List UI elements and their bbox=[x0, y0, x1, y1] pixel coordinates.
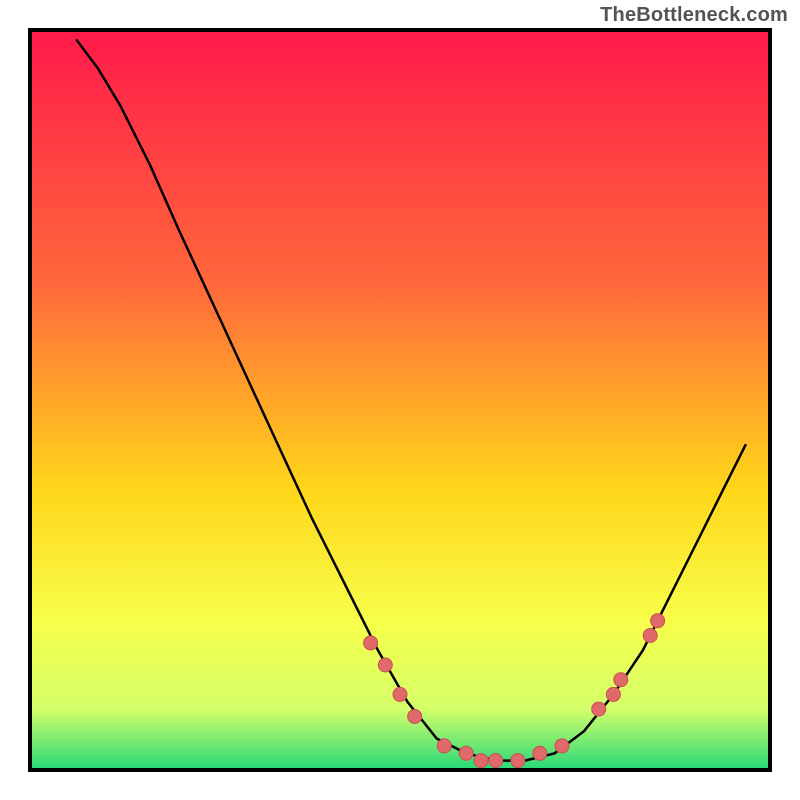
data-point bbox=[489, 754, 503, 768]
data-point bbox=[364, 636, 378, 650]
chart-container: TheBottleneck.com bbox=[0, 0, 800, 800]
watermark-text: TheBottleneck.com bbox=[600, 4, 788, 27]
data-point bbox=[408, 710, 422, 724]
plot-area bbox=[28, 28, 772, 772]
data-point bbox=[393, 687, 407, 701]
data-point bbox=[555, 739, 569, 753]
data-point bbox=[651, 614, 665, 628]
data-point bbox=[592, 702, 606, 716]
data-point bbox=[614, 673, 628, 687]
data-point bbox=[643, 629, 657, 643]
data-point bbox=[474, 754, 488, 768]
data-point bbox=[437, 739, 451, 753]
data-point bbox=[606, 687, 620, 701]
chart-svg bbox=[32, 32, 768, 768]
data-point bbox=[511, 754, 525, 768]
data-point bbox=[533, 746, 547, 760]
data-point bbox=[378, 658, 392, 672]
data-point bbox=[459, 746, 473, 760]
gradient-background bbox=[32, 32, 768, 768]
